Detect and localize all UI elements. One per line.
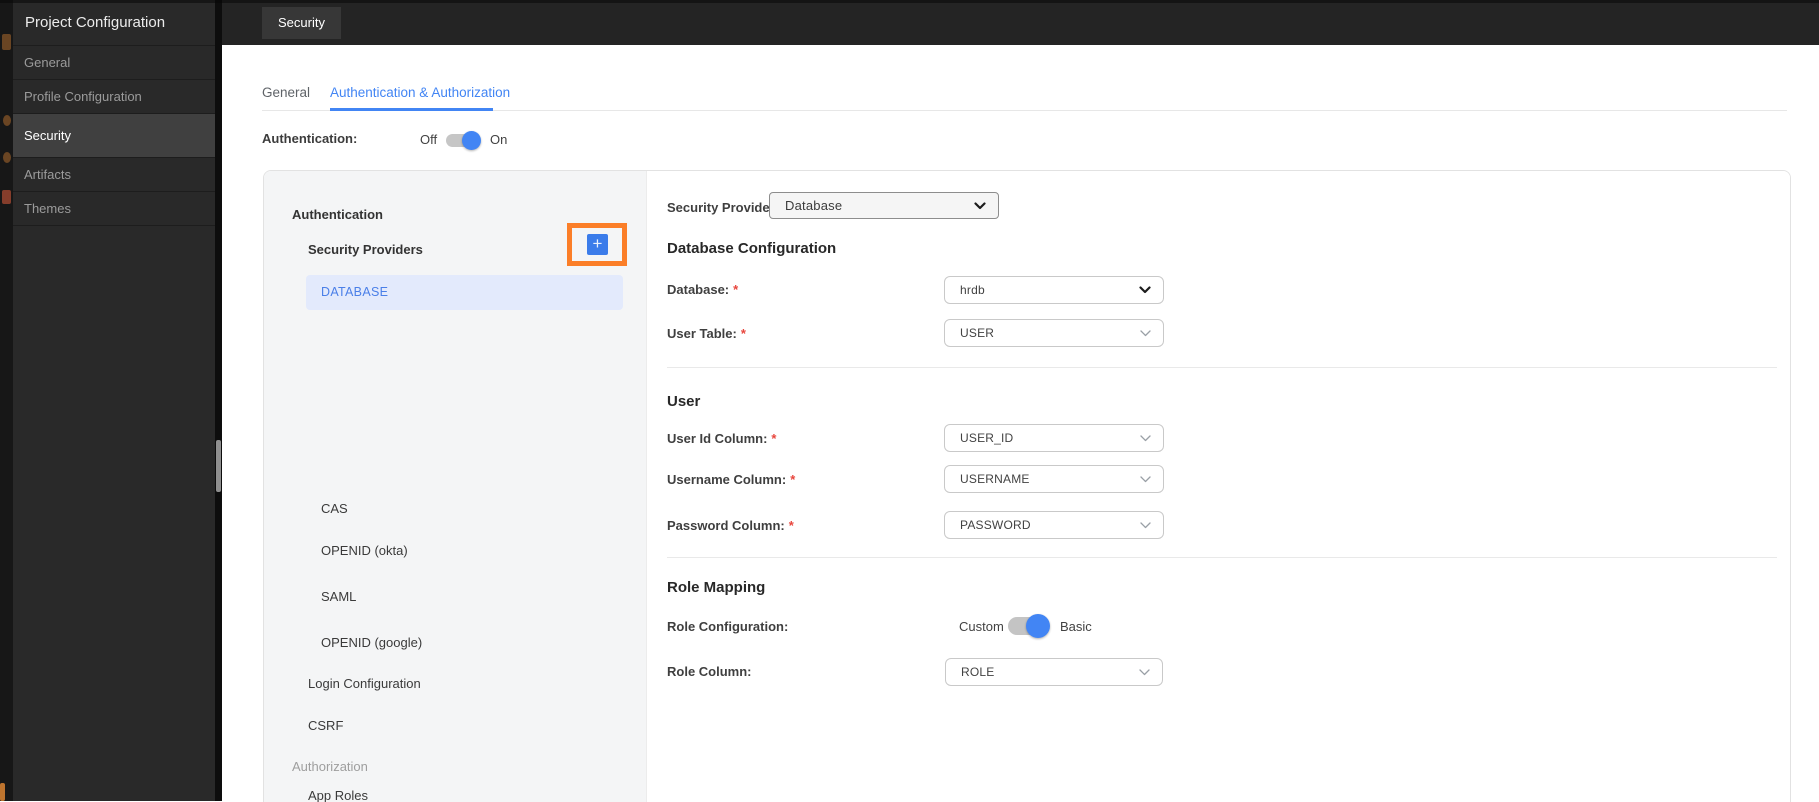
chevron-down-icon	[1140, 475, 1151, 482]
add-provider-button[interactable]: +	[587, 234, 608, 255]
security-provider-value: Database	[785, 198, 843, 213]
user-id-column-select[interactable]: USER_ID	[944, 424, 1164, 452]
chevron-down-icon	[1139, 668, 1150, 675]
password-label-text: Password Column:	[667, 518, 785, 533]
tab-authentication-authorization[interactable]: Authentication & Authorization	[330, 85, 510, 100]
nav-item-saml[interactable]: SAML	[321, 589, 356, 604]
section-divider	[667, 367, 1777, 368]
project-configuration-sidebar: Project Configuration General Profile Co…	[13, 0, 215, 801]
user-table-select[interactable]: USER	[944, 319, 1164, 347]
auth-nav-panel: Authentication Security Providers + DATA…	[264, 171, 647, 802]
tab-general[interactable]: General	[262, 85, 310, 100]
user-heading: User	[667, 393, 701, 410]
security-providers-label: Security Providers	[308, 242, 423, 257]
plus-icon: +	[592, 234, 603, 253]
security-settings-card: Authentication Security Providers + DATA…	[263, 170, 1791, 802]
chevron-down-icon	[1140, 434, 1151, 441]
role-column-select[interactable]: ROLE	[945, 658, 1163, 686]
nav-item-openid-google[interactable]: OPENID (google)	[321, 635, 422, 650]
toggle-knob	[462, 131, 481, 150]
page-tab-security[interactable]: Security	[262, 7, 341, 39]
database-configuration-heading: Database Configuration	[667, 240, 837, 257]
authentication-off-label: Off	[420, 132, 438, 147]
password-column-label: Password Column: *	[667, 518, 794, 533]
username-column-select[interactable]: USERNAME	[944, 465, 1164, 493]
rail-icon	[0, 783, 5, 801]
required-asterisk: *	[788, 518, 794, 533]
user-table-label-text: User Table:	[667, 326, 737, 341]
user-table-value: USER	[960, 326, 995, 340]
chevron-down-icon	[1140, 521, 1151, 528]
user-id-column-value: USER_ID	[960, 431, 1014, 445]
toggle-knob	[1026, 614, 1050, 638]
nav-item-database-selected[interactable]: DATABASE	[306, 275, 623, 310]
password-column-select[interactable]: PASSWORD	[944, 511, 1164, 539]
password-column-value: PASSWORD	[960, 518, 1031, 532]
user-id-column-label: User Id Column: *	[667, 431, 776, 446]
rail-icon	[2, 34, 11, 50]
sidebar-item-themes[interactable]: Themes	[13, 192, 215, 226]
database-select[interactable]: hrdb	[944, 276, 1164, 304]
sidebar-item-security[interactable]: Security	[13, 114, 215, 158]
rail-icon	[2, 190, 11, 204]
username-column-value: USERNAME	[960, 472, 1030, 486]
security-provider-select[interactable]: Database	[769, 192, 999, 219]
username-label-text: Username Column:	[667, 472, 787, 487]
role-mapping-heading: Role Mapping	[667, 579, 766, 596]
window-top-edge	[0, 0, 1819, 3]
chevron-down-icon	[1140, 329, 1151, 336]
required-asterisk: *	[790, 472, 796, 487]
nav-section-authentication: Authentication	[292, 207, 383, 222]
topbar: Security	[222, 0, 1819, 45]
role-column-value: ROLE	[961, 665, 995, 679]
nav-item-openid-okta[interactable]: OPENID (okta)	[321, 543, 408, 558]
required-asterisk: *	[733, 282, 739, 297]
rail-icon	[3, 152, 11, 163]
sidebar-scrollbar-thumb[interactable]	[216, 440, 221, 492]
authentication-on-label: On	[490, 132, 508, 147]
username-column-label: Username Column: *	[667, 472, 795, 487]
user-id-label-text: User Id Column:	[667, 431, 768, 446]
database-label-text: Database:	[667, 282, 730, 297]
nav-item-cas[interactable]: CAS	[321, 501, 348, 516]
required-asterisk: *	[771, 431, 777, 446]
rail-icon	[3, 115, 11, 126]
database-value: hrdb	[960, 283, 985, 297]
main-content: General Authentication & Authorization A…	[222, 45, 1819, 802]
role-configuration-label: Role Configuration:	[667, 619, 789, 634]
authentication-toggle[interactable]	[446, 131, 481, 150]
sidebar-item-artifacts[interactable]: Artifacts	[13, 158, 215, 192]
sidebar-title: Project Configuration	[13, 0, 215, 46]
role-configuration-toggle[interactable]	[1008, 614, 1050, 638]
required-asterisk: *	[740, 326, 746, 341]
chevron-down-icon	[1139, 286, 1151, 294]
nav-item-csrf[interactable]: CSRF	[308, 718, 343, 733]
role-config-custom-label: Custom	[959, 619, 1004, 634]
sidebar-item-profile-configuration[interactable]: Profile Configuration	[13, 80, 215, 114]
section-divider	[667, 557, 1777, 558]
database-label: Database: *	[667, 282, 738, 297]
annotation-highlight: +	[567, 223, 627, 266]
sidebar-item-general[interactable]: General	[13, 46, 215, 80]
nav-item-app-roles[interactable]: App Roles	[308, 788, 368, 802]
sidebar-scrollbar-track	[215, 0, 222, 801]
role-config-basic-label: Basic	[1060, 619, 1092, 634]
active-tab-underline	[330, 108, 493, 111]
nav-section-authorization: Authorization	[292, 759, 368, 774]
role-column-label: Role Column:	[667, 664, 752, 679]
chevron-down-icon	[974, 201, 986, 209]
provider-config-panel: Security Provider Database Database Conf…	[647, 171, 1790, 802]
icon-rail	[0, 0, 13, 801]
security-provider-label: Security Provider	[667, 200, 775, 215]
user-table-label: User Table: *	[667, 326, 746, 341]
authentication-label: Authentication:	[262, 131, 358, 146]
nav-item-login-configuration[interactable]: Login Configuration	[308, 676, 421, 691]
